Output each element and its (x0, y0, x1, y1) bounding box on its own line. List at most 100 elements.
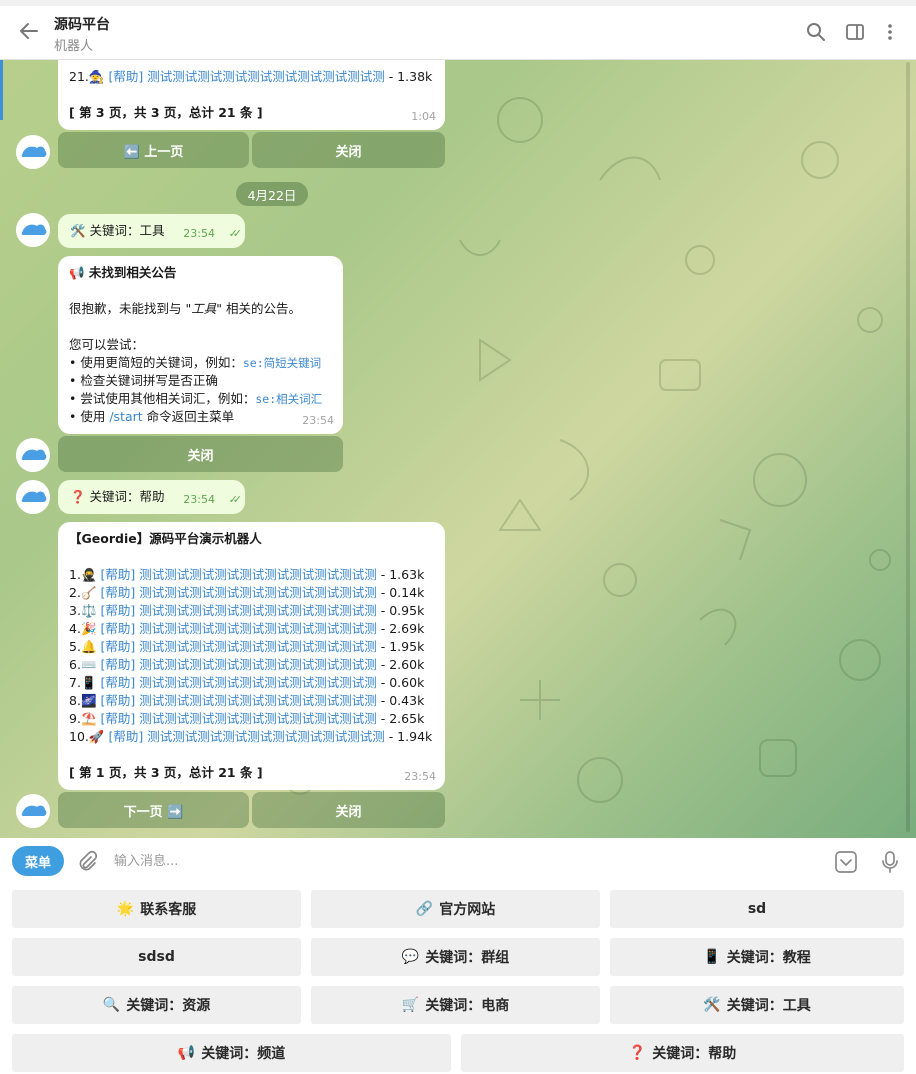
chat-area[interactable]: 21.🧙 [帮助] 测试测试测试测试测试测试测试测试测试测 - 1.38k [ … (0, 60, 916, 838)
reply-keyboard-button[interactable]: 🔗 官方网站 (311, 890, 600, 928)
user-avatar[interactable] (16, 480, 50, 514)
list-item: 2.🪕 [帮助] 测试测试测试测试测试测试测试测试测试测 - 0.14k (69, 584, 432, 602)
search-icon[interactable] (806, 22, 826, 42)
paperclip-icon[interactable] (76, 850, 98, 872)
button-label: sdsd (138, 949, 175, 965)
item-title-link[interactable]: 测试测试测试测试测试测试测试测试测试测 (147, 729, 385, 744)
button-label: 联系客服 (140, 902, 197, 918)
message-bubble: 【Geordie】源码平台演示机器人 1.🥷 [帮助] 测试测试测试测试测试测试… (58, 522, 445, 790)
button-label: 关键词：频道 (201, 1046, 286, 1062)
item-title-link[interactable]: 测试测试测试测试测试测试测试测试测试测 (139, 567, 377, 582)
list-item: 1.🥷 [帮助] 测试测试测试测试测试测试测试测试测试测 - 1.63k (69, 566, 432, 584)
tip-text: • 尝试使用其他相关词汇，例如： (69, 391, 256, 406)
item-tag-link[interactable]: [帮助] (101, 585, 136, 600)
tip-line: • 尝试使用其他相关词汇，例如：se:相关词汇 (69, 390, 322, 408)
reply-keyboard-button[interactable]: 📱 关键词：教程 (610, 938, 904, 976)
item-tag-link[interactable]: [帮助] (101, 711, 136, 726)
keyboard-toggle-icon[interactable] (834, 850, 858, 874)
button-emoji-icon: 📢 (177, 1045, 196, 1061)
item-title-link[interactable]: 测试测试测试测试测试测试测试测试测试测 (139, 585, 377, 600)
active-indicator (0, 60, 3, 120)
microphone-icon[interactable] (878, 850, 902, 874)
item-title-link[interactable]: 测试测试测试测试测试测试测试测试测试测 (139, 639, 377, 654)
bot-avatar[interactable] (16, 438, 50, 472)
item-tag-link[interactable]: [帮助] (108, 69, 143, 84)
next-page-button[interactable]: 下一页 ➡️ (58, 792, 249, 828)
start-command-link[interactable]: /start (109, 409, 142, 424)
button-emoji-icon: ❓ (628, 1045, 647, 1061)
reply-keyboard-button[interactable]: sd (610, 890, 904, 928)
item-tag-link[interactable]: [帮助] (101, 675, 136, 690)
item-emoji: 🪕 (80, 585, 97, 600)
item-title-link[interactable]: 测试测试测试测试测试测试测试测试测试测 (139, 657, 377, 672)
outgoing-message: ❓ 关键词：帮助 23:54 ✓✓ (58, 480, 245, 514)
chat-scrollbar[interactable] (906, 62, 910, 832)
close-button[interactable]: 关闭 (252, 132, 445, 168)
sorry-line: 很抱歉，未能找到与 "工具" 相关的公告。 (69, 300, 301, 318)
bot-avatar[interactable] (16, 135, 50, 169)
bot-avatar[interactable] (16, 794, 50, 828)
item-number: 21. (69, 69, 89, 84)
user-avatar[interactable] (16, 213, 50, 247)
item-tag-link[interactable]: [帮助] (101, 621, 136, 636)
tip-text: • 使用更简短的关键词，例如： (69, 355, 243, 370)
reply-keyboard-button[interactable]: 💬 关键词：群组 (311, 938, 600, 976)
item-number: 1. (69, 567, 81, 582)
item-tag-link[interactable]: [帮助] (108, 729, 143, 744)
prev-page-button[interactable]: ⬅️ 上一页 (58, 132, 249, 168)
tip-code[interactable]: se:相关词汇 (255, 392, 322, 406)
item-size: - 2.69k (380, 621, 425, 636)
item-tag-link[interactable]: [帮助] (101, 693, 136, 708)
menu-button[interactable]: 菜单 (12, 846, 64, 876)
reply-keyboard-button[interactable]: ❓ 关键词：帮助 (461, 1034, 904, 1072)
close-button[interactable]: 关闭 (58, 436, 343, 472)
button-emoji-icon: 🛒 (401, 997, 420, 1013)
item-tag-link[interactable]: [帮助] (101, 639, 136, 654)
item-number: 9. (69, 711, 81, 726)
item-tag-link[interactable]: [帮助] (101, 567, 136, 582)
item-emoji: 🥷 (80, 567, 97, 582)
tip-code[interactable]: se:简短关键词 (243, 356, 321, 370)
message-input[interactable] (108, 846, 808, 876)
back-arrow-icon[interactable] (18, 20, 40, 42)
item-tag-link[interactable]: [帮助] (101, 603, 136, 618)
reply-keyboard-button[interactable]: 🛠️ 关键词：工具 (610, 986, 904, 1024)
item-size: - 2.65k (380, 711, 425, 726)
reply-keyboard-button[interactable]: 🛒 关键词：电商 (311, 986, 600, 1024)
sorry-suffix: " 相关的公告。 (216, 301, 301, 316)
item-number: 2. (69, 585, 81, 600)
chat-header: 源码平台 机器人 (0, 0, 916, 60)
sidebar-toggle-icon[interactable] (845, 22, 865, 42)
message-title: 📢 未找到相关公告 (69, 265, 177, 280)
reply-keyboard-button[interactable]: 🔍 关键词：资源 (12, 986, 301, 1024)
button-emoji-icon: 🔗 (415, 901, 434, 917)
item-title-link[interactable]: 测试测试测试测试测试测试测试测试测试测 (139, 621, 377, 636)
close-button[interactable]: 关闭 (252, 792, 445, 828)
item-title-link[interactable]: 测试测试测试测试测试测试测试测试测试测 (139, 675, 377, 690)
item-number: 3. (69, 603, 81, 618)
reply-keyboard-button[interactable]: 📢 关键词：频道 (12, 1034, 451, 1072)
chat-title[interactable]: 源码平台 (54, 14, 110, 34)
item-number: 8. (69, 693, 81, 708)
message-bubble: 📢 未找到相关公告 很抱歉，未能找到与 "工具" 相关的公告。 您可以尝试： •… (58, 256, 343, 434)
item-size: - 0.43k (380, 693, 425, 708)
item-title-link[interactable]: 测试测试测试测试测试测试测试测试测试测 (139, 603, 377, 618)
reply-keyboard-button[interactable]: 🌟 联系客服 (12, 890, 301, 928)
item-emoji: ⛱️ (80, 711, 97, 726)
reply-keyboard-button[interactable]: sdsd (12, 938, 301, 976)
item-tag-link[interactable]: [帮助] (101, 657, 136, 672)
item-title-link[interactable]: 测试测试测试测试测试测试测试测试测试测 (139, 693, 377, 708)
item-number: 10. (69, 729, 89, 744)
button-emoji-icon: 💬 (401, 949, 420, 965)
item-title-link[interactable]: 测试测试测试测试测试测试测试测试测试测 (147, 69, 385, 84)
list-item: 6.⌨️ [帮助] 测试测试测试测试测试测试测试测试测试测 - 2.60k (69, 656, 432, 674)
list-item: 7.📱 [帮助] 测试测试测试测试测试测试测试测试测试测 - 0.60k (69, 674, 432, 692)
button-label: 关键词：资源 (126, 998, 211, 1014)
button-label: sd (747, 901, 767, 917)
try-line: 您可以尝试： (69, 337, 145, 352)
item-emoji: ⚖️ (80, 603, 97, 618)
item-emoji: 🚀 (88, 729, 105, 744)
item-title-link[interactable]: 测试测试测试测试测试测试测试测试测试测 (139, 711, 377, 726)
message-time: 23:54 (302, 414, 334, 427)
more-options-icon[interactable] (880, 22, 900, 42)
